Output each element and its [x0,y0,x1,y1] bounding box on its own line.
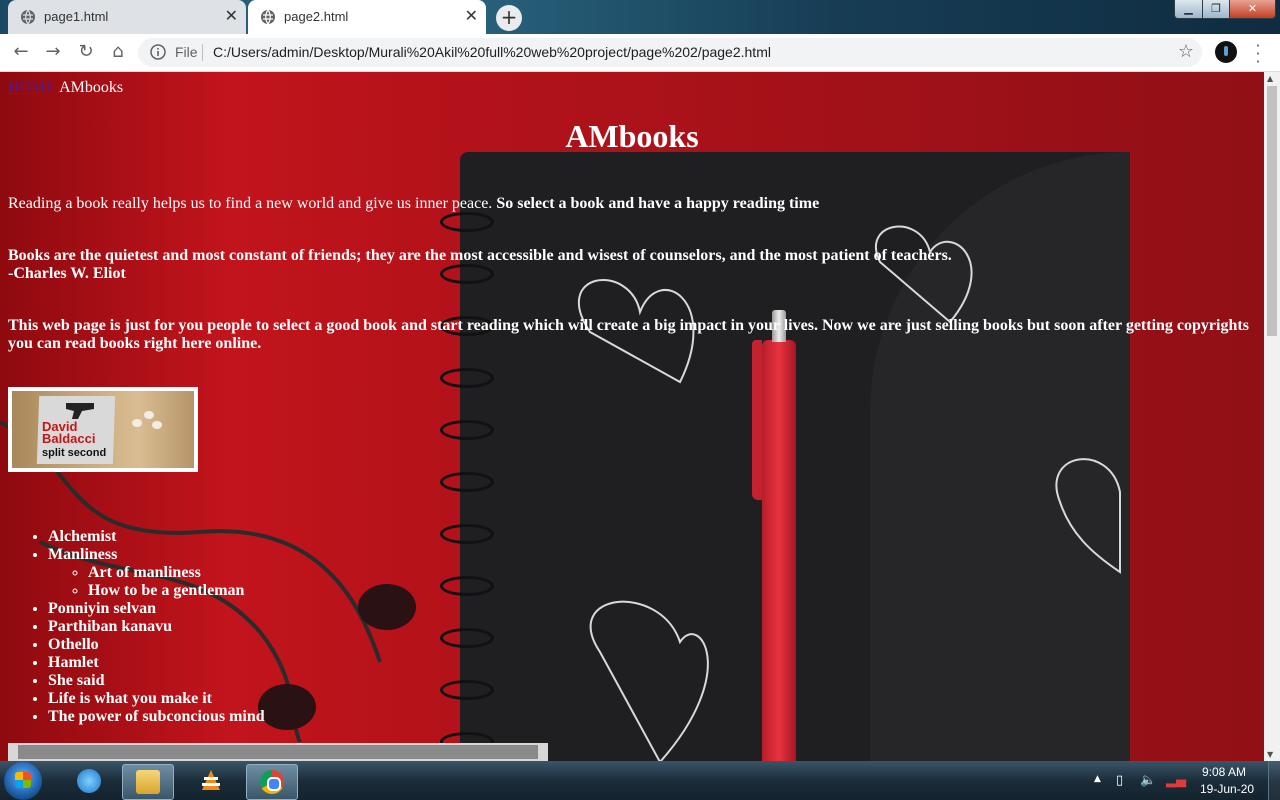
embedded-horizontal-scrollbar[interactable] [8,743,548,761]
vlc-taskbar-button[interactable] [186,764,236,798]
shell-decoration [132,419,142,427]
description-paragraph: This web page is just for you people to … [8,317,1249,352]
globe-icon [261,9,275,25]
volume-icon[interactable]: 🔈 [1140,773,1156,788]
scrollbar-thumb[interactable] [18,745,538,759]
sub-book-list: Art of manliness How to be a gentleman [48,564,265,600]
brand-text: AMbooks [59,79,124,96]
list-item: Ponniyin selvan [48,600,265,618]
vlc-cone-icon [202,770,220,790]
new-tab-button[interactable]: + [496,5,522,31]
system-tray: ▲ ▯ 🔈 ▂▄ 9:08 AM 19-Jun-20 [1090,761,1280,800]
globe-icon [21,9,35,25]
chrome-center-icon [267,777,281,791]
earphone-bud [358,584,416,630]
shell-decoration [144,411,154,419]
browser-toolbar: ← → ↻ ⌂ File C:/Users/admin/Desktop/Mura… [0,34,1280,72]
tray-expand-icon[interactable]: ▲ [1094,774,1101,784]
home-icon[interactable]: ⌂ [106,40,130,64]
menu-dots-icon[interactable]: · · · [1250,38,1266,70]
network-icon[interactable]: ▂▄ [1166,773,1186,788]
intro-paragraph: Reading a book really helps us to find a… [8,195,1248,213]
pen-image [752,310,796,761]
tab-title: page1.html [44,9,109,24]
scheme-label: File [175,44,198,60]
tab-title: page2.html [284,9,349,24]
intro-plain-text: Reading a book really helps us to find a… [8,195,493,212]
show-desktop-button[interactable] [1268,761,1280,800]
quote-block: Books are the quietest and most constant… [8,247,1248,283]
battery-icon[interactable]: ▯ [1116,773,1123,788]
quote-author: -Charles W. Eliot [8,265,126,282]
list-item: Life is what you make it [48,690,265,708]
reload-icon[interactable]: ↻ [74,40,98,64]
address-bar[interactable]: File C:/Users/admin/Desktop/Murali%20Aki… [138,38,1202,67]
scrollbar-thumb[interactable] [1267,86,1277,336]
windows-logo-icon [15,772,31,788]
list-item: Othello [48,636,265,654]
list-item: How to be a gentleman [88,582,265,600]
list-item: Hamlet [48,654,265,672]
page-vertical-scrollbar[interactable]: ▲ ▼ [1264,72,1280,761]
start-button[interactable] [4,762,42,800]
maximize-button[interactable]: ❐ [1202,0,1230,19]
quote-text: Books are the quietest and most constant… [8,247,952,264]
close-tab-icon[interactable]: ✕ [225,7,238,25]
back-arrow-icon[interactable]: ← [9,40,33,64]
list-item: Alchemist [48,528,265,546]
scroll-up-arrow-icon[interactable]: ▲ [1267,74,1273,83]
divider [202,44,203,61]
tab-page1[interactable]: page1.html ✕ [8,0,246,34]
intro-bold-text: So select a book and have a happy readin… [492,195,820,212]
windows-taskbar: ▲ ▯ 🔈 ▂▄ 9:08 AM 19-Jun-20 [0,761,1280,800]
drill-icon [66,403,94,419]
minimize-button[interactable]: ▁ [1174,0,1203,19]
book-cover-image[interactable]: David Baldacci split second [8,387,198,472]
clock-time[interactable]: 9:08 AM [1202,765,1246,779]
list-item: Art of manliness [88,564,265,582]
bookmark-star-icon[interactable]: ☆ [1178,41,1194,62]
close-window-button[interactable]: ✕ [1229,0,1276,19]
close-tab-icon[interactable]: ✕ [465,7,478,25]
list-item: Manliness Art of manliness How to be a g… [48,546,265,600]
book-list: Alchemist Manliness Art of manliness How… [8,528,265,726]
forward-arrow-icon[interactable]: → [41,40,65,64]
list-item: The power of subconcious mind [48,708,265,726]
info-icon[interactable] [150,44,166,60]
home-link[interactable]: HOME [8,79,55,96]
url-text[interactable]: C:/Users/admin/Desktop/Murali%20Akil%20f… [213,44,771,60]
browser-tab-strip: page1.html ✕ page2.html ✕ + ▁ ❐ ✕ [0,0,1280,34]
page-title: AMbooks [565,118,699,154]
profile-avatar[interactable] [1215,41,1237,63]
top-nav: HOME AMbooks [8,79,123,97]
page-viewport: HOME AMbooks AMbooks Reading a book reall… [0,72,1264,761]
chrome-taskbar-button[interactable] [246,764,298,800]
shell-decoration [152,421,162,429]
folder-icon [136,770,160,794]
scroll-down-arrow-icon[interactable]: ▼ [1267,750,1273,759]
internet-explorer-taskbar-button[interactable] [64,764,114,798]
tab-page2[interactable]: page2.html ✕ [248,0,486,34]
internet-explorer-icon [77,769,101,793]
clock-date[interactable]: 19-Jun-20 [1200,782,1254,796]
file-explorer-taskbar-button[interactable] [122,764,174,800]
list-item: She said [48,672,265,690]
earphone-bud [258,684,316,730]
list-item: Parthiban kanavu [48,618,265,636]
book-title: split second [42,447,107,459]
book-author: David Baldacci [42,419,96,446]
